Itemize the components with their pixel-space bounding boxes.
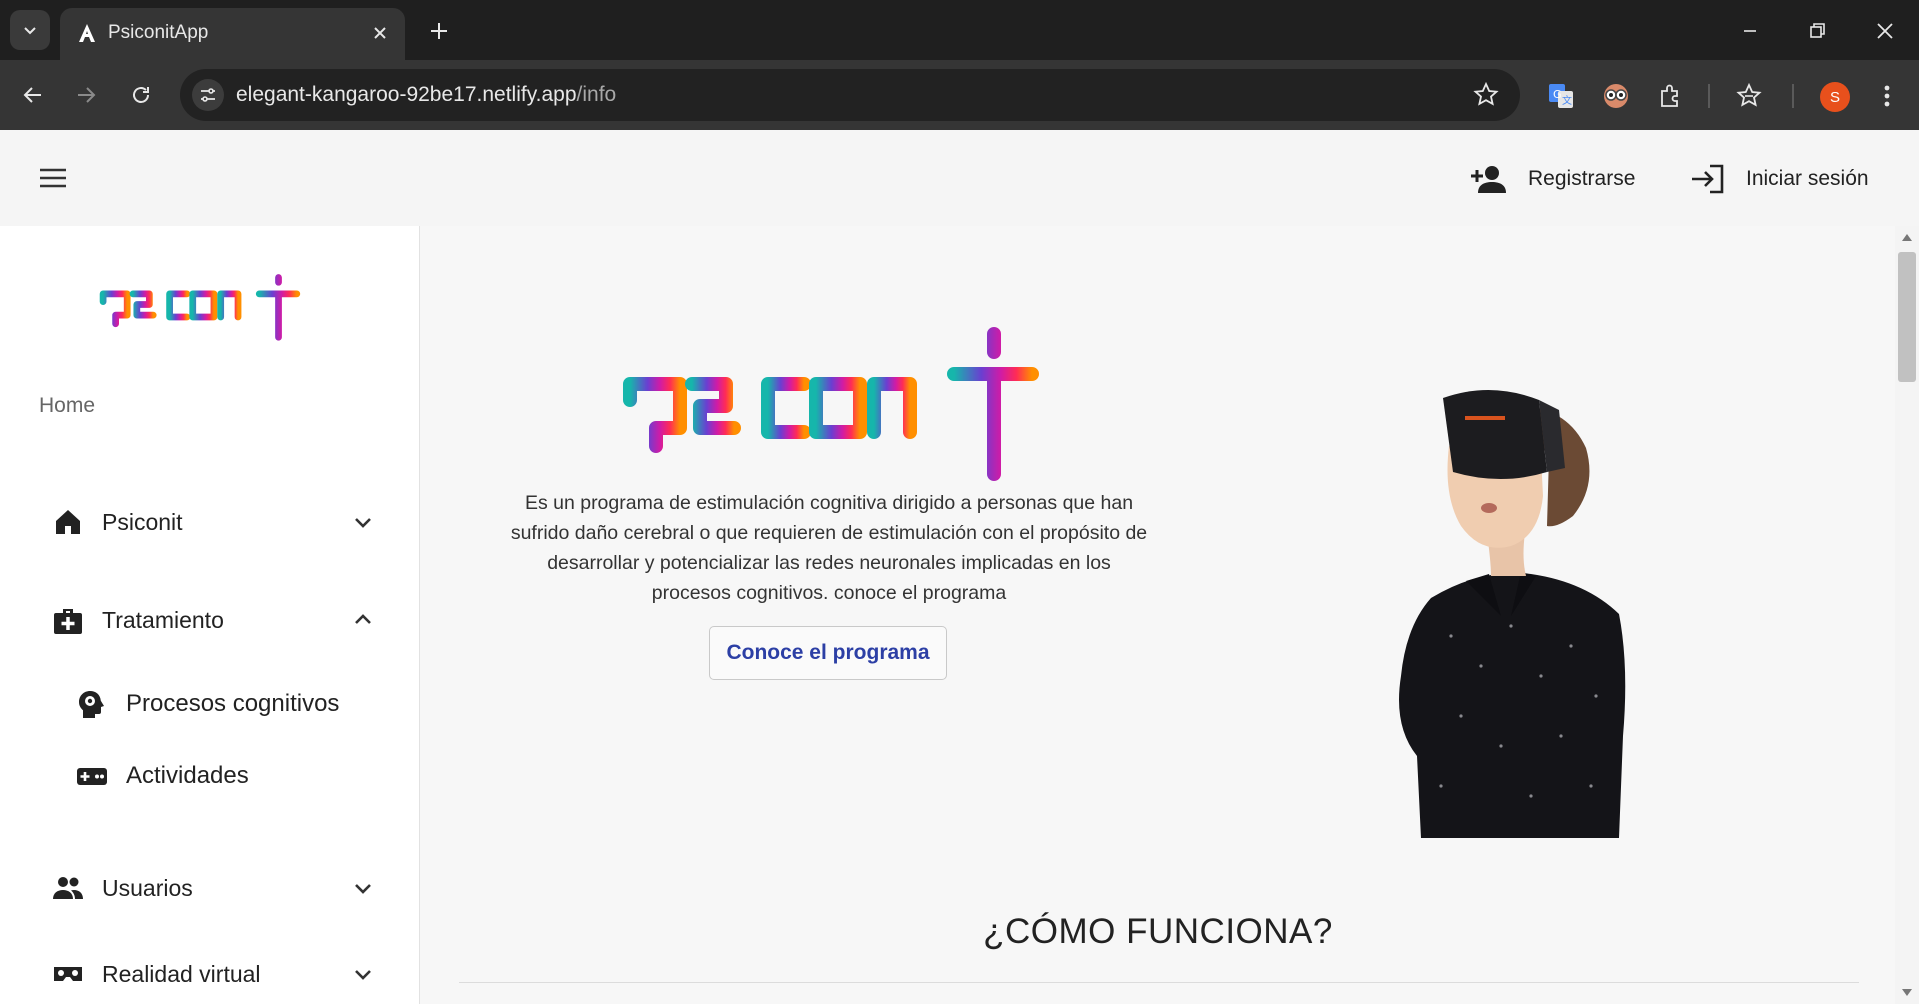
people-icon xyxy=(53,877,83,899)
url-host: elegant-kangaroo-92be17.netlify.app xyxy=(236,83,577,106)
hamburger-menu-icon[interactable] xyxy=(38,166,68,190)
sidebar-item-label: Tratamiento xyxy=(102,606,224,633)
toolbar-separator xyxy=(1708,84,1710,108)
sidebar-item-usuarios[interactable]: Usuarios xyxy=(0,860,419,916)
tab-title: PsiconitApp xyxy=(108,22,209,43)
chevron-down-icon xyxy=(24,27,36,35)
section-divider xyxy=(459,982,1859,983)
vr-headset-icon xyxy=(54,967,82,981)
gamepad-icon xyxy=(77,768,107,785)
minimize-icon[interactable] xyxy=(1735,16,1765,46)
site-info-button[interactable] xyxy=(192,79,224,111)
arrow-left-icon xyxy=(23,87,41,103)
head-gear-icon xyxy=(79,691,104,718)
login-icon xyxy=(1692,164,1724,194)
boy-vr-headset-image xyxy=(1399,389,1626,838)
bookmark-star-icon[interactable] xyxy=(1472,81,1500,109)
sidebar-item-procesos-cognitivos[interactable]: Procesos cognitivos xyxy=(0,676,419,732)
google-translate-icon[interactable]: G文 xyxy=(1545,80,1577,112)
home-icon xyxy=(56,510,80,534)
conoce-programa-button[interactable]: Conoce el programa xyxy=(709,626,947,680)
tune-icon xyxy=(201,88,215,102)
angular-favicon-icon xyxy=(79,24,95,42)
reload-button[interactable] xyxy=(125,79,157,111)
chevron-up-icon xyxy=(355,614,371,624)
sidebar-item-label: Usuarios xyxy=(102,874,193,901)
chevron-down-icon xyxy=(355,518,371,528)
sidebar-item-label: Psiconit xyxy=(102,508,183,535)
chevron-down-icon xyxy=(355,970,371,980)
login-button[interactable]: Iniciar sesión xyxy=(1690,162,1869,196)
person-add-icon xyxy=(1471,166,1506,193)
register-button[interactable]: Registrarse xyxy=(1470,162,1635,196)
browser-toolbar: elegant-kangaroo-92be17.netlify.app/info… xyxy=(0,60,1919,130)
profile-avatar[interactable]: S xyxy=(1820,82,1850,112)
svg-text:G: G xyxy=(1553,88,1562,101)
scroll-down-arrow-icon[interactable] xyxy=(1902,989,1912,996)
back-button[interactable] xyxy=(17,79,49,111)
sidebar-item-label: Procesos cognitivos xyxy=(126,690,340,717)
browser-menu-icon[interactable] xyxy=(1871,80,1903,112)
arrow-right-icon xyxy=(78,87,96,103)
sidebar-item-actividades[interactable]: Actividades xyxy=(0,748,419,804)
sidebar-item-label: Actividades xyxy=(126,762,249,789)
scrollbar-thumb[interactable] xyxy=(1898,252,1916,382)
toolbar-separator xyxy=(1792,84,1794,108)
sidebar-item-label: Realidad virtual xyxy=(102,960,261,987)
app-header: Registrarse Iniciar sesión xyxy=(0,130,1919,226)
close-tab-icon[interactable] xyxy=(369,22,391,44)
program-description: Es un programa de estimulación cognitiva… xyxy=(510,492,1148,604)
register-label: Registrarse xyxy=(1528,167,1636,190)
close-window-icon[interactable] xyxy=(1870,16,1900,46)
sidebar: Home Psiconit Tratamiento Procesos cogni… xyxy=(0,226,420,1004)
url-text: elegant-kangaroo-92be17.netlify.app/info xyxy=(236,83,616,107)
chevron-down-icon xyxy=(355,884,371,894)
browser-tab-bar: PsiconitApp xyxy=(0,0,1919,60)
sidebar-item-psiconit[interactable]: Psiconit xyxy=(0,494,419,550)
extension-face-icon[interactable] xyxy=(1600,80,1632,112)
reading-list-star-icon[interactable] xyxy=(1733,80,1765,112)
tab-search-button[interactable] xyxy=(10,10,50,50)
home-link[interactable]: Home xyxy=(39,394,95,418)
reload-icon xyxy=(133,87,149,103)
sidebar-item-realidad-virtual[interactable]: Realidad virtual xyxy=(0,946,419,1002)
section-title: ¿CÓMO FUNCIONA? xyxy=(983,912,1333,951)
new-tab-icon[interactable] xyxy=(424,16,454,46)
url-path: /info xyxy=(576,83,617,106)
page-scrollbar[interactable] xyxy=(1895,226,1919,1004)
medical-bag-icon xyxy=(54,609,82,634)
psiconit-logo xyxy=(99,274,301,341)
forward-button[interactable] xyxy=(70,79,102,111)
extensions-puzzle-icon[interactable] xyxy=(1654,80,1686,112)
login-label: Iniciar sesión xyxy=(1746,167,1869,190)
sidebar-item-tratamiento[interactable]: Tratamiento xyxy=(0,592,419,648)
browser-tab[interactable]: PsiconitApp xyxy=(60,8,405,60)
address-bar[interactable]: elegant-kangaroo-92be17.netlify.app/info xyxy=(180,69,1520,121)
svg-text:文: 文 xyxy=(1562,94,1572,107)
main-content: Es un programa de estimulación cognitiva… xyxy=(421,226,1895,1004)
scroll-up-arrow-icon[interactable] xyxy=(1902,234,1912,241)
psiconit-hero-logo xyxy=(623,327,1039,481)
restore-icon[interactable] xyxy=(1802,16,1832,46)
